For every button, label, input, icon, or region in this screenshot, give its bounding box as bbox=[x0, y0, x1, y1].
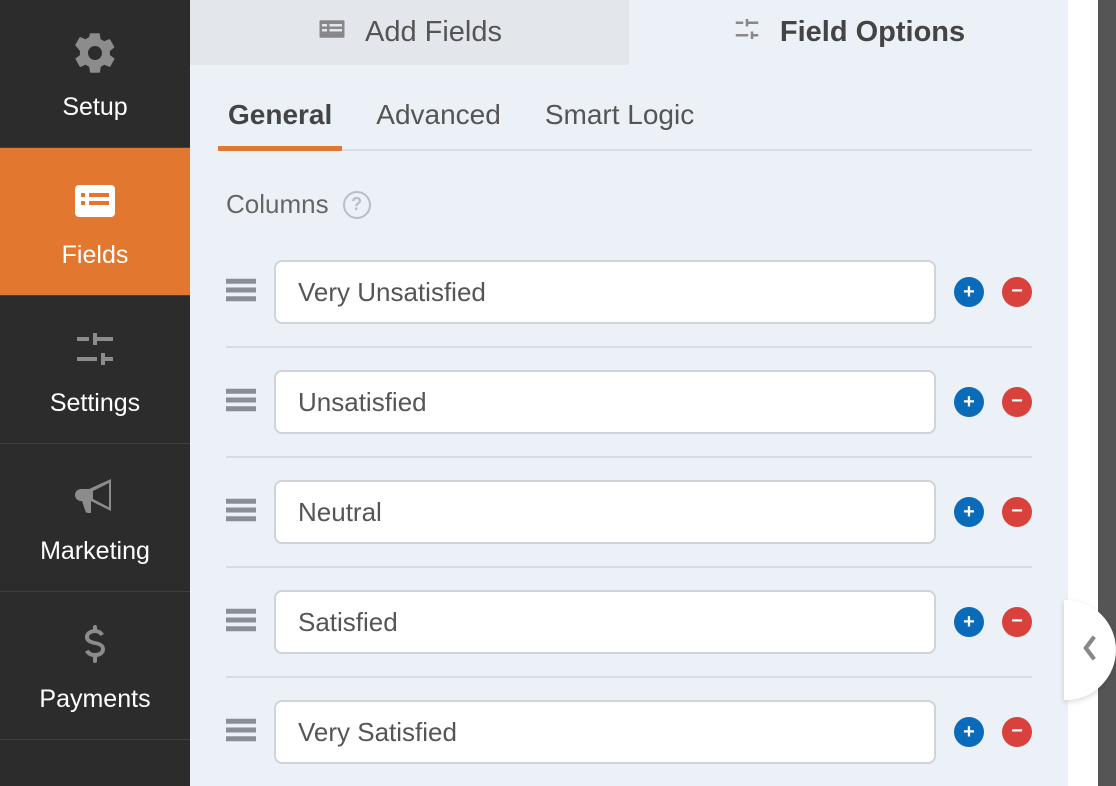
sliders-icon bbox=[67, 321, 123, 377]
sidebar-item-label: Settings bbox=[50, 389, 140, 418]
panel-edge bbox=[1068, 0, 1116, 786]
sidebar-item-label: Setup bbox=[62, 93, 127, 122]
add-column-button[interactable]: + bbox=[954, 607, 984, 637]
sidebar-item-label: Payments bbox=[39, 685, 150, 714]
sidebar-item-label: Fields bbox=[62, 241, 129, 270]
plus-icon: + bbox=[963, 722, 975, 742]
help-icon[interactable]: ? bbox=[343, 191, 371, 219]
sub-tabs: General Advanced Smart Logic bbox=[226, 85, 1032, 151]
drag-handle-icon[interactable] bbox=[226, 498, 256, 527]
remove-column-button[interactable]: − bbox=[1002, 607, 1032, 637]
bullhorn-icon bbox=[67, 469, 123, 525]
subtab-smart-logic[interactable]: Smart Logic bbox=[543, 85, 696, 149]
add-column-button[interactable]: + bbox=[954, 387, 984, 417]
plus-icon: + bbox=[963, 612, 975, 632]
top-tabs: Add Fields Field Options bbox=[190, 0, 1068, 65]
tab-add-fields[interactable]: Add Fields bbox=[190, 0, 629, 65]
add-fields-icon bbox=[317, 14, 347, 52]
column-input[interactable] bbox=[274, 590, 936, 654]
add-column-button[interactable]: + bbox=[954, 277, 984, 307]
column-input[interactable] bbox=[274, 700, 936, 764]
minus-icon: − bbox=[1011, 721, 1023, 741]
section-label-text: Columns bbox=[226, 189, 329, 220]
remove-column-button[interactable]: − bbox=[1002, 277, 1032, 307]
gear-icon bbox=[67, 25, 123, 81]
add-column-button[interactable]: + bbox=[954, 717, 984, 747]
remove-column-button[interactable]: − bbox=[1002, 387, 1032, 417]
minus-icon: − bbox=[1011, 281, 1023, 301]
column-input[interactable] bbox=[274, 480, 936, 544]
drag-handle-icon[interactable] bbox=[226, 278, 256, 307]
sliders-icon bbox=[732, 14, 762, 52]
sidebar-item-settings[interactable]: Settings bbox=[0, 296, 190, 444]
columns-section-label: Columns ? bbox=[226, 189, 1068, 220]
plus-icon: + bbox=[963, 282, 975, 302]
remove-column-button[interactable]: − bbox=[1002, 717, 1032, 747]
sidebar-item-fields[interactable]: Fields bbox=[0, 148, 190, 296]
columns-rows: + − + − + − + − + − bbox=[226, 238, 1032, 786]
column-row: + − bbox=[226, 568, 1032, 678]
plus-icon: + bbox=[963, 502, 975, 522]
minus-icon: − bbox=[1011, 501, 1023, 521]
drag-handle-icon[interactable] bbox=[226, 388, 256, 417]
drag-handle-icon[interactable] bbox=[226, 608, 256, 637]
plus-icon: + bbox=[963, 392, 975, 412]
column-row: + − bbox=[226, 678, 1032, 786]
main-sidebar: Setup Fields Settings Marketing Payments bbox=[0, 0, 190, 786]
minus-icon: − bbox=[1011, 611, 1023, 631]
dollar-icon bbox=[67, 617, 123, 673]
form-icon bbox=[67, 173, 123, 229]
column-row: + − bbox=[226, 348, 1032, 458]
main-panel: Add Fields Field Options General Advance… bbox=[190, 0, 1068, 786]
tab-label: Add Fields bbox=[365, 16, 502, 49]
sidebar-item-setup[interactable]: Setup bbox=[0, 0, 190, 148]
column-row: + − bbox=[226, 458, 1032, 568]
column-input[interactable] bbox=[274, 260, 936, 324]
chevron-left-icon bbox=[1081, 634, 1099, 667]
sidebar-item-marketing[interactable]: Marketing bbox=[0, 444, 190, 592]
minus-icon: − bbox=[1011, 391, 1023, 411]
column-input[interactable] bbox=[274, 370, 936, 434]
column-row: + − bbox=[226, 238, 1032, 348]
subtab-advanced[interactable]: Advanced bbox=[374, 85, 503, 149]
tab-label: Field Options bbox=[780, 16, 965, 49]
add-column-button[interactable]: + bbox=[954, 497, 984, 527]
sidebar-item-payments[interactable]: Payments bbox=[0, 592, 190, 740]
tab-field-options[interactable]: Field Options bbox=[629, 0, 1068, 65]
subtab-general[interactable]: General bbox=[226, 85, 334, 149]
sidebar-item-label: Marketing bbox=[40, 537, 150, 566]
drag-handle-icon[interactable] bbox=[226, 718, 256, 747]
remove-column-button[interactable]: − bbox=[1002, 497, 1032, 527]
